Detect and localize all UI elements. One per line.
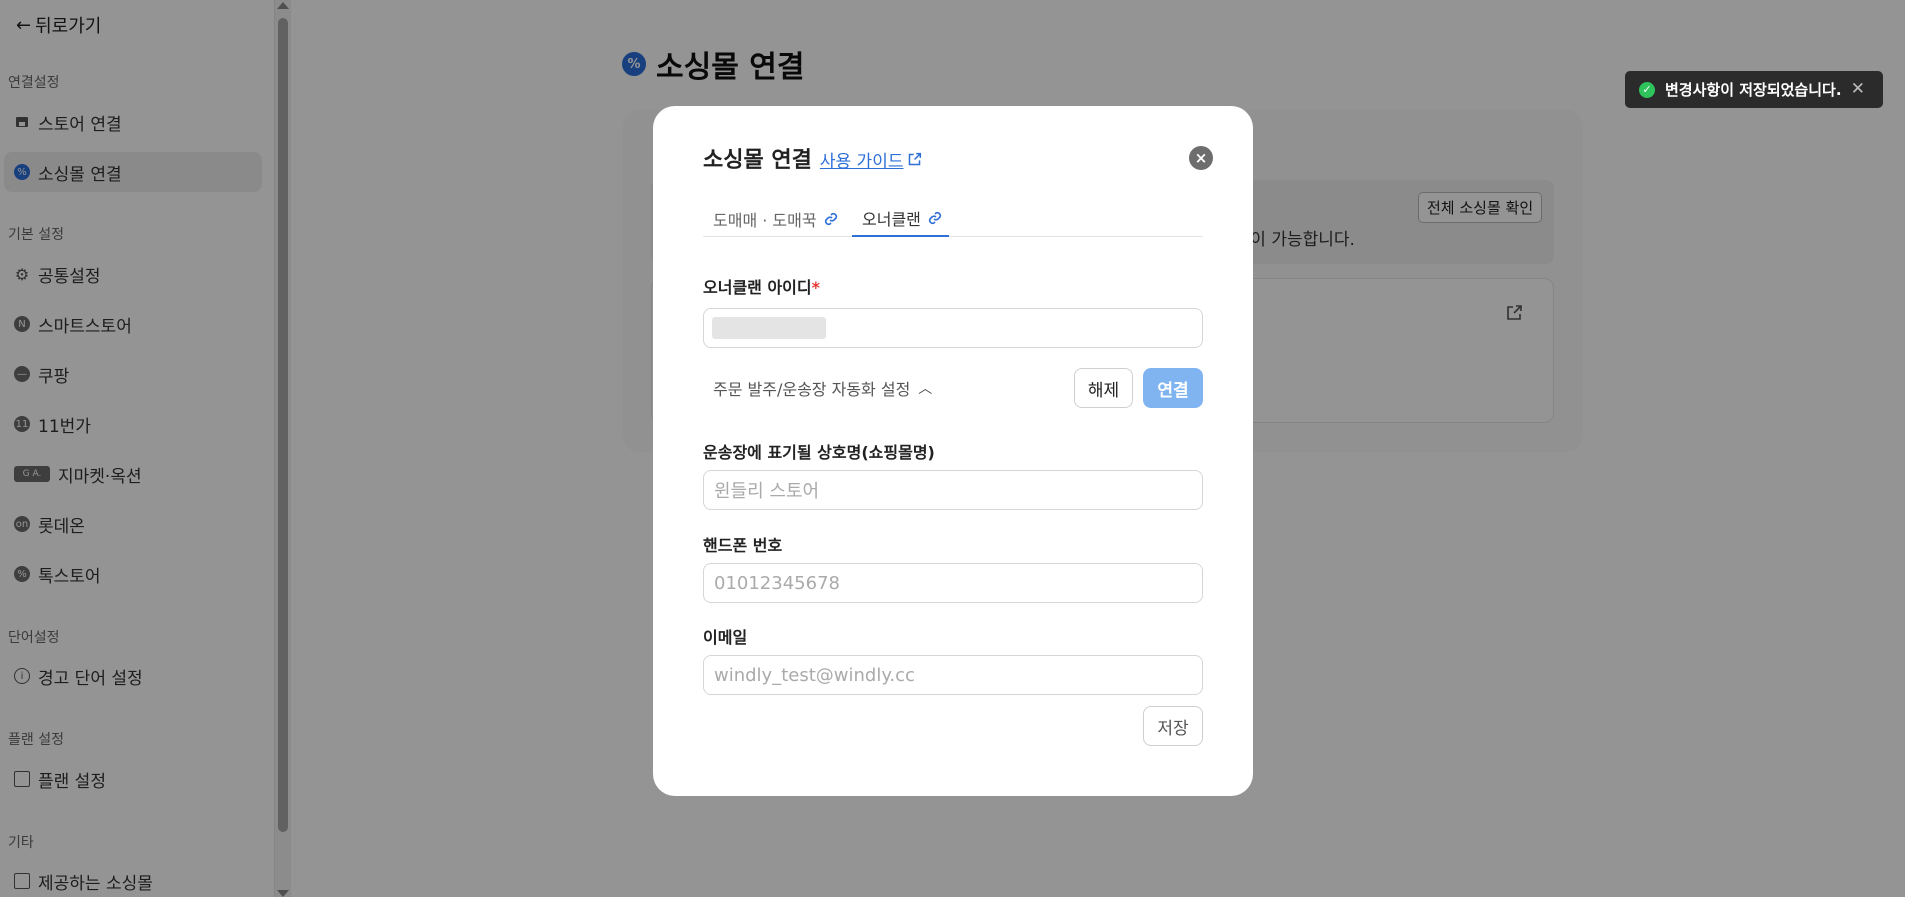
check-circle-icon: ✓	[1639, 81, 1655, 98]
shop-name-label: 운송장에 표기될 상호명(쇼핑몰명)	[703, 443, 935, 462]
id-label-text: 오너클랜 아이디	[703, 278, 812, 297]
sourcing-connect-modal: 소싱몰 연결 사용 가이드 × 도매매 · 도매꾹 오너클랜 오너클랜 아이디*…	[653, 106, 1253, 796]
shop-name-field[interactable]: 윈들리 스토어	[703, 470, 1203, 510]
toast-message: 변경사항이 저장되었습니다.	[1665, 81, 1842, 99]
close-icon[interactable]: ×	[1189, 146, 1213, 170]
phone-field[interactable]: 01012345678	[703, 563, 1203, 603]
tab-label: 도매매 · 도매꾹	[713, 211, 817, 230]
tab-label: 오너클랜	[862, 210, 921, 229]
toast-notification: ✓ 변경사항이 저장되었습니다. ✕	[1625, 71, 1883, 108]
chevron-up-icon: ︿	[918, 381, 933, 397]
ownerclan-id-field[interactable]	[703, 308, 1203, 348]
tab-ownerclan[interactable]: 오너클랜	[852, 201, 949, 237]
close-icon[interactable]: ✕	[1851, 79, 1865, 99]
email-label: 이메일	[703, 628, 748, 647]
link-icon	[824, 212, 837, 226]
required-mark: *	[811, 278, 820, 297]
guide-link[interactable]: 사용 가이드	[820, 147, 923, 172]
guide-link-label: 사용 가이드	[819, 152, 904, 172]
phone-label: 핸드폰 번호	[703, 536, 783, 555]
modal-title: 소싱몰 연결 사용 가이드	[703, 142, 922, 174]
modal-title-text: 소싱몰 연결	[703, 148, 812, 173]
tab-domeme[interactable]: 도매매 · 도매꾹	[713, 201, 839, 237]
unlink-button[interactable]: 해제	[1074, 368, 1133, 408]
id-label: 오너클랜 아이디*	[703, 274, 820, 298]
link-icon	[928, 211, 941, 225]
save-button[interactable]: 저장	[1143, 706, 1203, 746]
automation-toggle[interactable]: 주문 발주/운송장 자동화 설정 ︿	[713, 376, 932, 400]
email-field[interactable]: windly_test@windly.cc	[703, 655, 1203, 695]
connect-button[interactable]: 연결	[1143, 368, 1203, 408]
tab-bar: 도매매 · 도매꾹 오너클랜	[703, 201, 1203, 237]
masked-value	[712, 317, 826, 339]
automation-label: 주문 발주/운송장 자동화 설정	[713, 380, 911, 399]
external-link-icon	[909, 152, 922, 166]
